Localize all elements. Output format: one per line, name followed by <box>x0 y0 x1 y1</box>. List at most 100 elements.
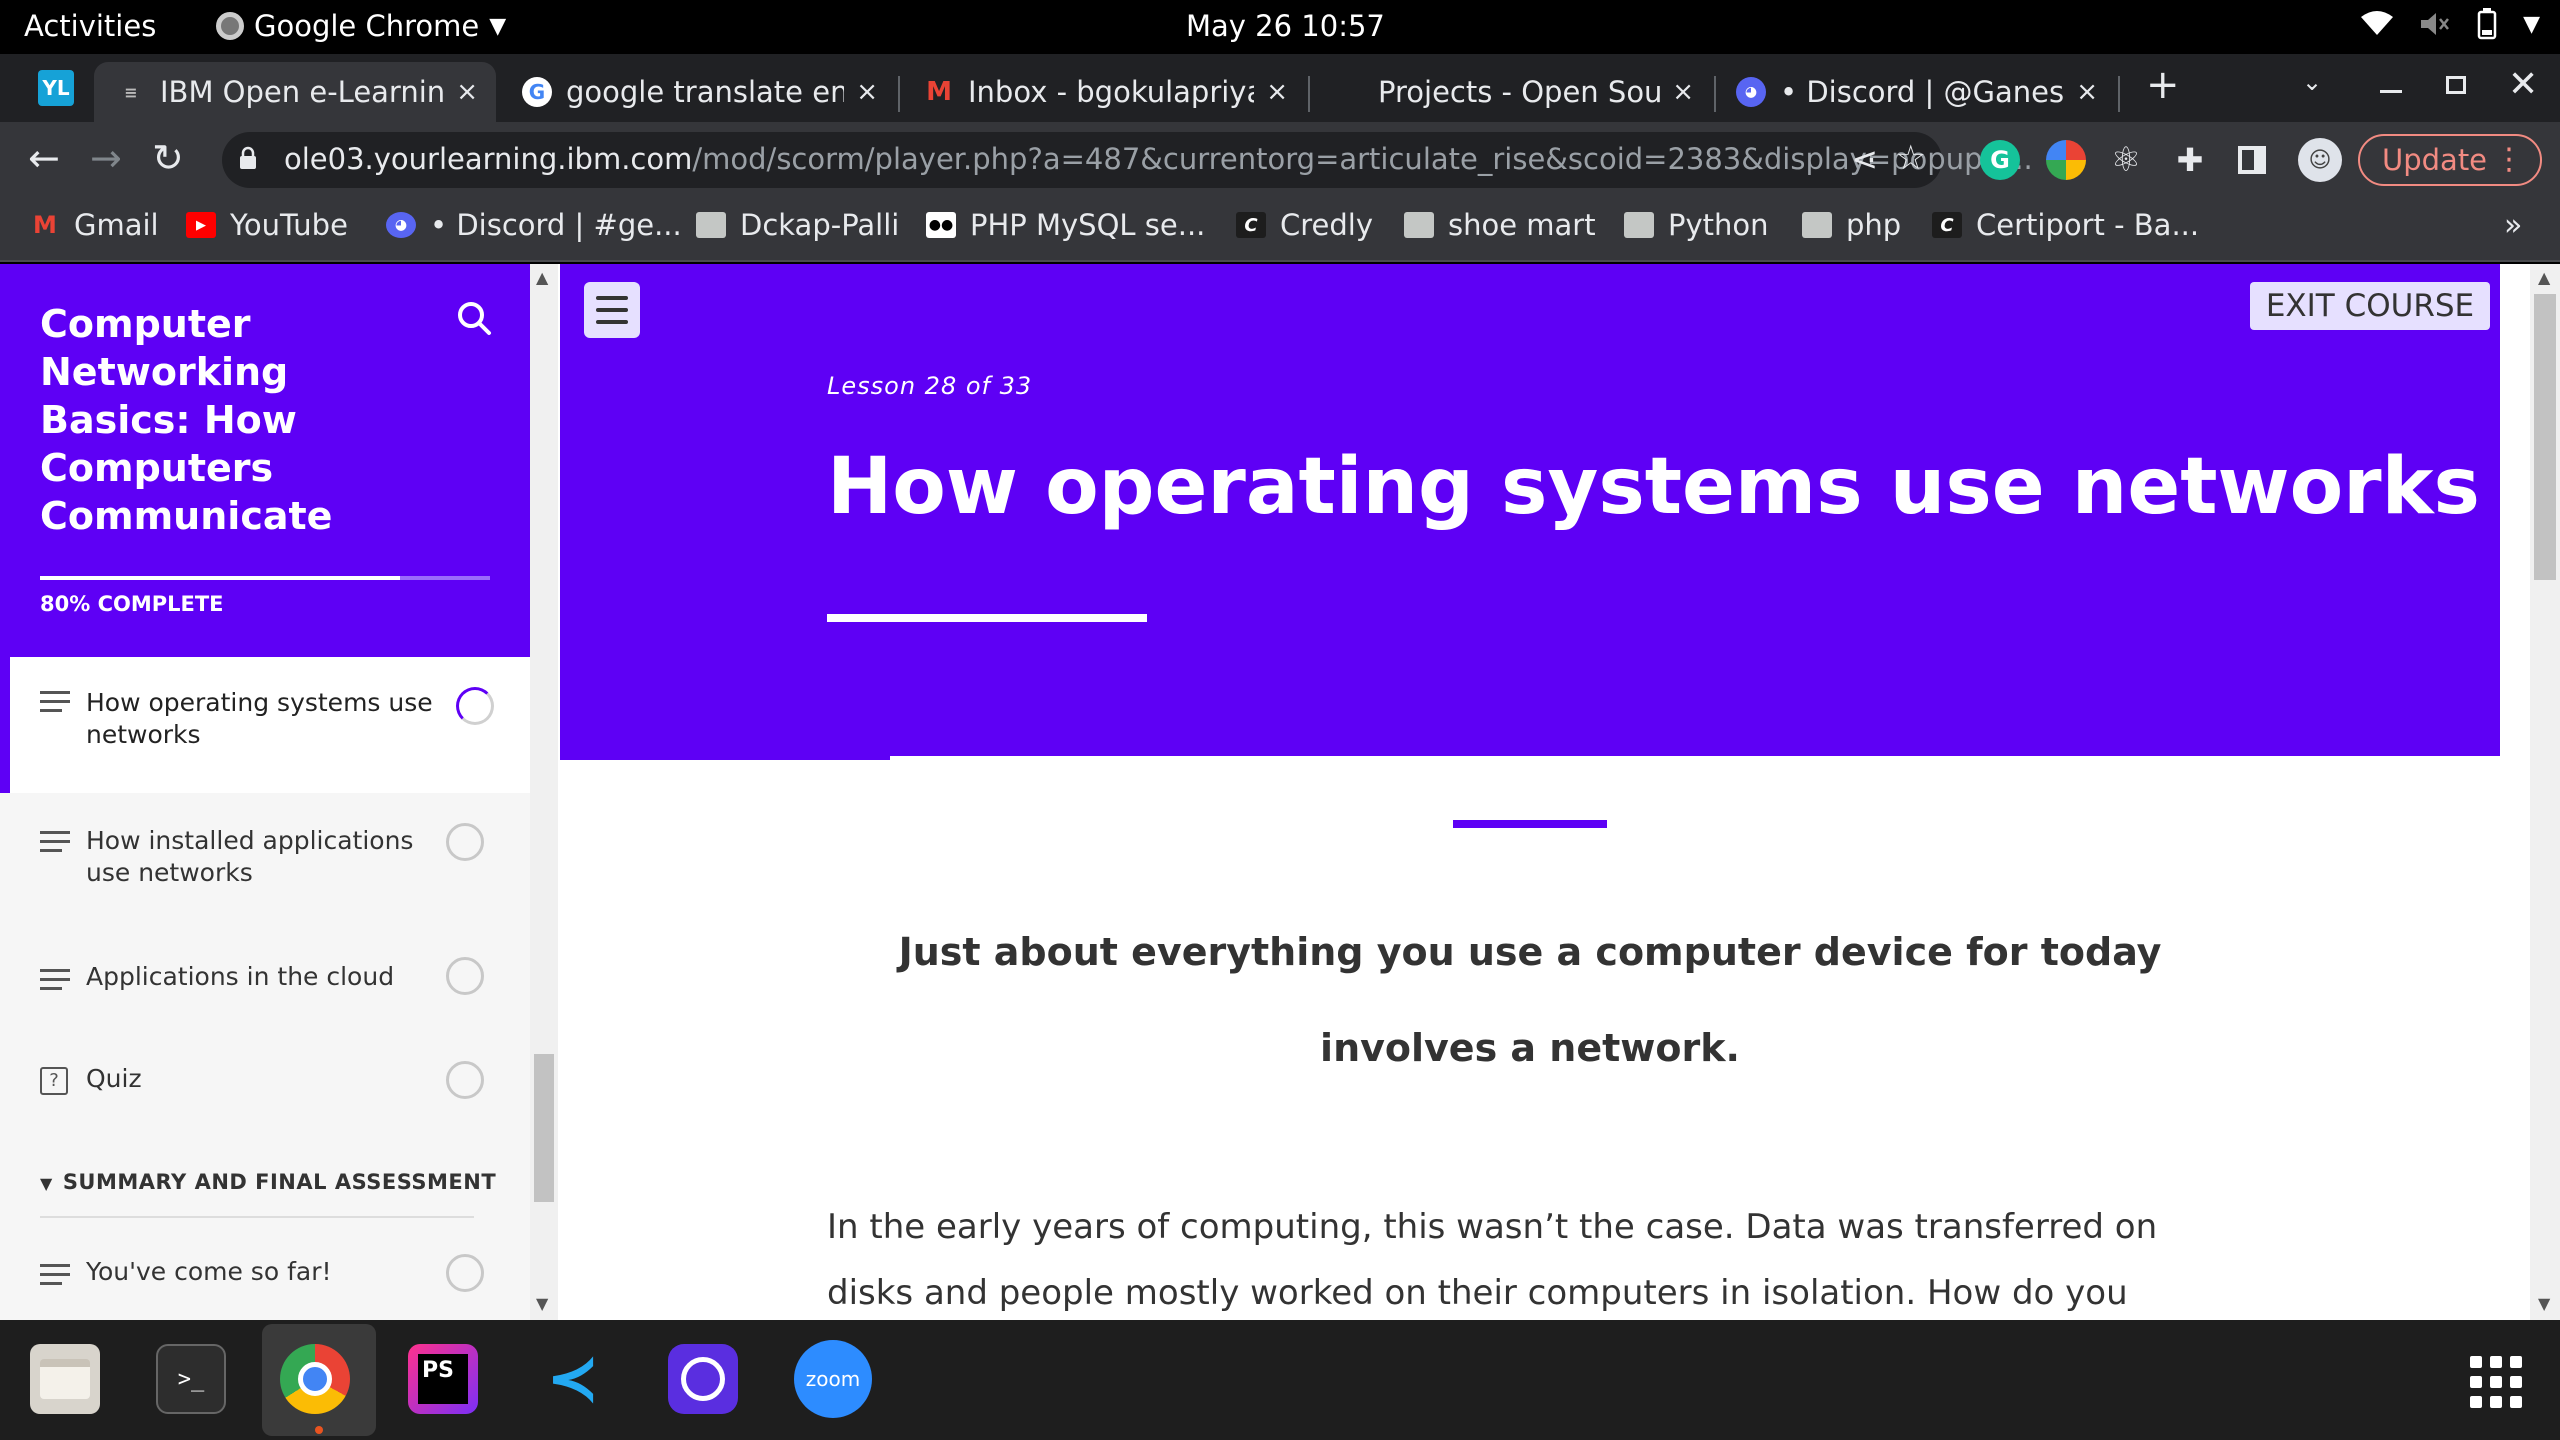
hamburger-menu-icon[interactable] <box>584 282 640 338</box>
bookmark-label: YouTube <box>230 208 348 242</box>
bookmark-certiport[interactable]: C Certiport - Ba... <box>1932 208 2199 242</box>
restore-icon[interactable] <box>2446 76 2466 94</box>
update-button[interactable]: Update ⋮ <box>2358 134 2542 186</box>
tab-gmail-inbox[interactable]: M Inbox - bgokulapriya × <box>902 62 1306 122</box>
site-icon: ●● <box>926 212 956 238</box>
close-icon[interactable]: × <box>1266 77 1288 107</box>
divider <box>40 1216 474 1218</box>
show-applications-icon[interactable] <box>2470 1356 2522 1408</box>
close-icon[interactable]: × <box>456 77 478 107</box>
scrollbar-thumb[interactable] <box>2534 294 2556 580</box>
lesson-scroll-progress <box>560 756 890 760</box>
section-heading-summary[interactable]: ▼ SUMMARY AND FINAL ASSESSMENT <box>40 1170 496 1194</box>
folder-icon <box>696 212 726 238</box>
bookmark-label: php <box>1846 208 1902 242</box>
page-scrollbar[interactable]: ▲ ▼ <box>2530 264 2560 1320</box>
bookmark-folder-dckap-palli[interactable]: Dckap-Palli <box>696 208 899 242</box>
bookmark-label: Gmail <box>74 208 159 242</box>
bookmarks-overflow-icon[interactable]: » <box>2504 208 2522 243</box>
section-heading-label: SUMMARY AND FINAL ASSESSMENT <box>62 1170 497 1194</box>
share-icon[interactable]: ⋖ <box>1851 140 1878 178</box>
tab-strip: YL ≡ IBM Open e-Learning × G google tran… <box>0 54 2560 122</box>
bookmark-folder-python[interactable]: Python <box>1624 208 1769 242</box>
volume-muted-icon <box>2421 13 2450 35</box>
scroll-down-icon[interactable]: ▼ <box>536 1294 548 1313</box>
clock[interactable]: May 26 10:57 <box>1186 9 1385 43</box>
bookmark-php-mysql[interactable]: ●● PHP MySQL se... <box>926 208 1205 242</box>
gmail-icon: M <box>926 77 952 107</box>
bookmark-credly[interactable]: C Credly <box>1236 208 1373 242</box>
app-circle-icon[interactable] <box>668 1344 738 1414</box>
profile-avatar[interactable]: ☺ <box>2298 138 2342 182</box>
app-menu[interactable]: Google Chrome ▼ <box>216 9 506 43</box>
scrollbar-thumb[interactable] <box>534 1054 554 1202</box>
sidebar-item-how-installed-applications-use-networks[interactable]: How installed applications use networks <box>10 793 530 929</box>
tab-projects-open-source[interactable]: Projects - Open Sour × <box>1312 62 1712 122</box>
side-panel-icon[interactable] <box>2238 146 2266 174</box>
color-extension-icon[interactable] <box>2046 140 2086 180</box>
ibm-icon: ≡ <box>124 82 138 102</box>
activities-button[interactable]: Activities <box>24 9 156 43</box>
wifi-icon <box>2361 11 2394 35</box>
tab-ibm-open-elearning[interactable]: ≡ IBM Open e-Learning × <box>94 62 496 122</box>
browser-toolbar: ← → ↻ ole03.yourlearning.ibm.com/mod/sco… <box>0 122 2560 198</box>
bookmark-label: shoe mart <box>1448 208 1596 242</box>
tab-google-translate[interactable]: G google translate eng × <box>500 62 896 122</box>
react-devtools-icon[interactable]: ⚛ <box>2106 140 2146 180</box>
lesson-label: Applications in the cloud <box>86 962 395 991</box>
bookmark-label: • Discord | #ge... <box>430 208 682 242</box>
exit-course-button[interactable]: EXIT COURSE <box>2250 282 2490 330</box>
extensions-puzzle-icon[interactable]: ✚ <box>2170 140 2210 180</box>
new-tab-icon[interactable]: + <box>2146 62 2180 108</box>
bookmark-star-icon[interactable]: ☆ <box>1896 138 1926 178</box>
bookmarks-bar: M Gmail ▶ YouTube ◕ • Discord | #ge... Dcka… <box>0 198 2560 262</box>
close-icon[interactable]: × <box>2076 77 2098 107</box>
sidebar-item-applications-in-the-cloud[interactable]: Applications in the cloud <box>10 929 530 1033</box>
close-icon[interactable]: × <box>856 77 878 107</box>
sidebar-item-how-operating-systems-use-networks[interactable]: How operating systems use networks <box>0 657 530 793</box>
zoom-icon[interactable]: zoom <box>794 1340 872 1418</box>
search-icon[interactable] <box>456 300 492 336</box>
phpstorm-icon[interactable]: PS <box>408 1344 478 1414</box>
scroll-up-icon[interactable]: ▲ <box>536 268 548 287</box>
terminal-icon[interactable]: >_ <box>156 1344 226 1414</box>
vscode-icon[interactable]: ≺ <box>538 1342 608 1416</box>
sidebar-item-quiz[interactable]: ? Quiz <box>10 1033 530 1137</box>
files-icon[interactable] <box>30 1344 100 1414</box>
course-sidebar: Computer Networking Basics: How Computer… <box>0 264 530 1320</box>
chrome-icon[interactable] <box>280 1344 350 1414</box>
tab-separator <box>1714 76 1716 112</box>
bookmark-folder-shoe-mart[interactable]: shoe mart <box>1404 208 1596 242</box>
sidebar-item-youve-come-so-far[interactable]: You've come so far! <box>10 1242 530 1312</box>
tab-search-icon[interactable]: ⌄ <box>2302 68 2322 96</box>
tab-title: Projects - Open Sour <box>1378 75 1661 109</box>
close-window-icon[interactable]: ✕ <box>2508 64 2538 105</box>
lead-paragraph: Just about everything you use a computer… <box>898 930 2162 1070</box>
scroll-down-icon[interactable]: ▼ <box>2538 1294 2550 1313</box>
sidebar-scrollbar[interactable]: ▲ ▼ <box>530 264 558 1320</box>
grammarly-icon[interactable]: G <box>1980 140 2020 180</box>
minimize-icon[interactable] <box>2380 90 2402 93</box>
bookmark-discord[interactable]: ◕ • Discord | #ge... <box>386 208 682 242</box>
close-icon[interactable]: × <box>1672 77 1694 107</box>
google-icon: G <box>522 77 552 107</box>
url-text[interactable]: ole03.yourlearning.ibm.com/mod/scorm/pla… <box>284 142 2033 176</box>
lesson-counter: Lesson 28 of 33 <box>827 372 1033 400</box>
caret-down-icon: ▼ <box>40 1174 53 1193</box>
bookmark-label: Certiport - Ba... <box>1976 208 2200 242</box>
scroll-up-icon[interactable]: ▲ <box>2538 268 2550 287</box>
yourlearning-app-icon[interactable]: YL <box>38 70 74 106</box>
back-arrow-icon[interactable]: ← <box>28 136 60 180</box>
bookmark-gmail[interactable]: M Gmail <box>30 208 159 242</box>
bookmark-folder-php[interactable]: php <box>1802 208 1901 242</box>
text-lesson-icon <box>40 969 70 990</box>
system-tray[interactable]: ▼ <box>2361 8 2540 40</box>
tab-title: google translate eng <box>566 75 845 109</box>
forward-arrow-icon[interactable]: → <box>90 136 122 180</box>
bookmark-youtube[interactable]: ▶ YouTube <box>186 208 348 242</box>
tab-discord[interactable]: ◕ • Discord | @Ganesh × <box>1718 62 2116 122</box>
page-content: Computer Networking Basics: How Computer… <box>0 264 2560 1320</box>
reload-icon[interactable]: ↻ <box>152 136 184 180</box>
address-bar[interactable]: ole03.yourlearning.ibm.com/mod/scorm/pla… <box>222 132 2033 188</box>
lesson-label: Quiz <box>86 1064 142 1093</box>
